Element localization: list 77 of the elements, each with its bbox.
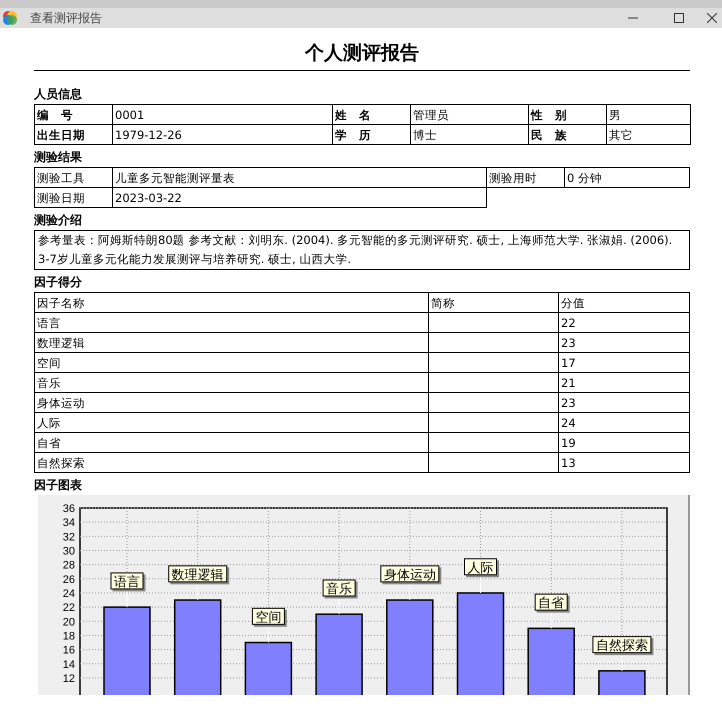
field-label: 学 历 (332, 124, 410, 144)
x-tick-label: 自然探索 (596, 638, 648, 654)
y-tick-label: 20 (62, 616, 75, 628)
column-header: 分值 (558, 292, 690, 312)
table-cell: 24 (558, 412, 690, 432)
field-value: 1979-12-26 (112, 124, 332, 144)
section-heading: 人员信息 (34, 87, 83, 101)
x-tick-label: 语言 (114, 574, 140, 590)
bar-label: 语言 (110, 572, 144, 590)
table-cell: 身体运动 (34, 392, 428, 412)
field-label: 出生日期 (34, 124, 112, 144)
x-tick-label: 身体运动 (384, 568, 436, 583)
table-cell: 13 (558, 452, 690, 472)
y-tick-label: 36 (62, 503, 75, 515)
table-cell: 22 (558, 312, 690, 332)
y-tick-label: 28 (62, 560, 75, 572)
table-cell: 自然探索 (34, 452, 428, 472)
table-cell: 数理逻辑 (34, 332, 428, 352)
y-tick-label: 18 (62, 630, 75, 642)
app-logo-icon (2, 10, 18, 26)
field-value: 2023-03-22 (112, 188, 486, 208)
x-tick-label: 数理逻辑 (172, 568, 224, 583)
window-title: 查看测评报告 (30, 10, 103, 26)
bar-label: 自省 (534, 594, 568, 612)
table-cell: 空间 (34, 352, 428, 372)
bar-label: 音乐 (322, 580, 356, 597)
x-tick-label: 人际 (468, 560, 494, 576)
y-tick-label: 16 (62, 644, 75, 657)
table-cell: 21 (558, 372, 690, 392)
bar-label: 数理逻辑 (168, 565, 228, 583)
bar-label: 空间 (252, 608, 285, 626)
field-label: 民 族 (528, 124, 606, 144)
x-tick-label: 自省 (538, 596, 564, 612)
section-heading: 因子得分 (34, 275, 83, 289)
table-cell: 自省 (34, 432, 428, 452)
bar-label: 人际 (464, 558, 497, 576)
column-header: 简称 (428, 292, 558, 312)
x-tick-label: 空间 (255, 610, 282, 626)
field-value: 0 分钟 (564, 168, 690, 188)
section-heading: 因子图表 (34, 478, 83, 492)
y-tick-label: 26 (62, 574, 75, 586)
field-value: 其它 (606, 124, 690, 144)
section-heading: 测验介绍 (34, 213, 83, 227)
bar-label: 身体运动 (380, 565, 440, 583)
table-cell: 23 (558, 332, 690, 352)
report-title: 个人测评报告 (34, 40, 690, 71)
field-label: 测验用时 (486, 168, 564, 188)
table-cell: 19 (558, 432, 690, 452)
section-heading: 测验结果 (34, 150, 83, 164)
y-tick-label: 24 (62, 588, 75, 600)
y-tick-label: 32 (62, 531, 75, 544)
field-label: 姓 名 (332, 104, 410, 124)
bar-label: 自然探索 (592, 636, 652, 654)
y-tick-label: 22 (62, 602, 75, 614)
x-tick-label: 音乐 (326, 582, 352, 598)
field-value: 博士 (410, 124, 528, 144)
field-label: 性 别 (528, 104, 606, 124)
y-tick-label: 34 (62, 517, 75, 530)
table-cell: 17 (558, 352, 690, 372)
y-tick-label: 30 (62, 545, 75, 558)
y-tick-label: 14 (62, 658, 75, 671)
maximize-icon (674, 13, 684, 23)
field-label: 测验工具 (34, 168, 112, 188)
field-label: 测验日期 (34, 188, 112, 208)
field-value: 管理员 (410, 104, 528, 124)
field-value: 男 (606, 104, 690, 124)
intro-text: 参考量表：阿姆斯特朗80题 参考文献：刘明东. (2004). 多元智能的多元测评研究. 硕士, 上海师范大学. 张淑娟. (2006). 3-7岁儿童多元化能力发展测评与培养研究. 硕士, 山西大学. (34, 230, 690, 270)
column-header: 因子名称 (34, 292, 428, 312)
close-icon (707, 13, 717, 23)
table-cell: 23 (558, 392, 690, 412)
table-cell: 人际 (34, 412, 428, 432)
field-label: 编 号 (34, 104, 112, 124)
table-cell: 音乐 (34, 372, 428, 392)
field-value: 0001 (112, 104, 332, 124)
table-cell: 语言 (34, 312, 428, 332)
y-tick-label: 12 (62, 672, 75, 685)
field-value: 儿童多元智能测评量表 (112, 168, 486, 188)
